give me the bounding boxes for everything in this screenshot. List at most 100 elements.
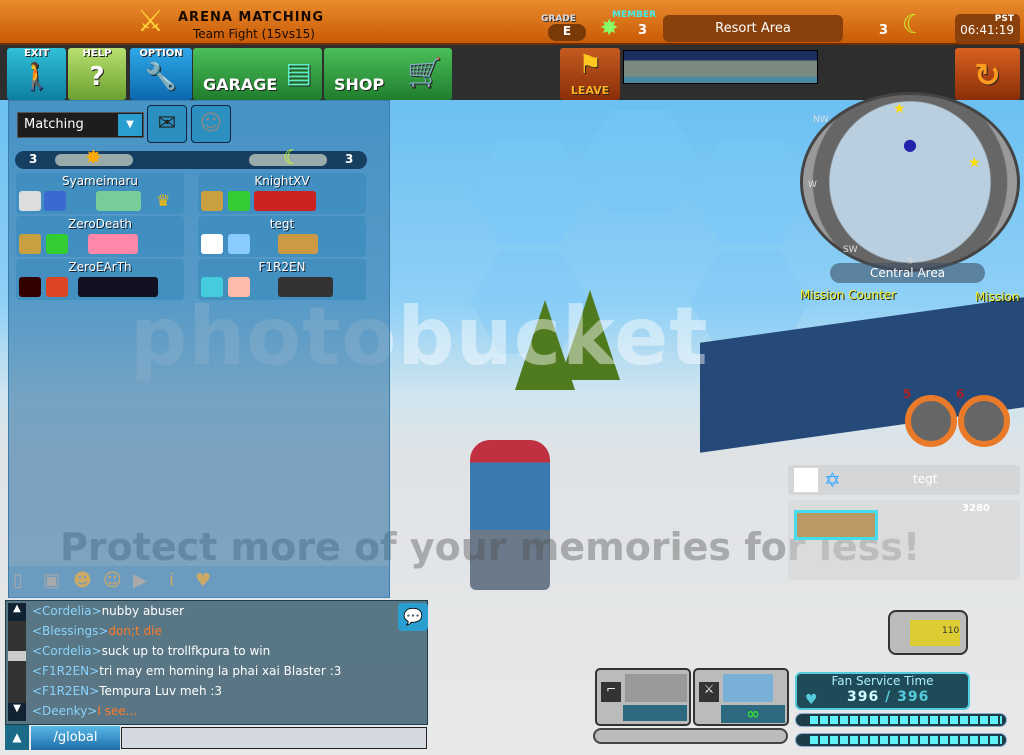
character-portrait (96, 191, 141, 211)
npc-label[interactable]: Mission Counter (800, 288, 896, 302)
target-portrait (794, 510, 878, 540)
skill-slot[interactable]: 6 (956, 387, 1010, 447)
mail-button[interactable]: ✉ (147, 105, 187, 143)
player-card[interactable]: Syameimaru ♛ (16, 173, 184, 214)
character-portrait (278, 234, 318, 254)
chat-scrollbar[interactable]: ▲ ▼ (8, 603, 26, 721)
scroll-up-icon[interactable]: ▲ (8, 603, 26, 621)
target-card: 3280 (788, 500, 1020, 580)
leave-label: LEAVE (570, 84, 610, 97)
group-icon[interactable]: ☻ (73, 570, 92, 591)
info-icon[interactable]: i (169, 570, 174, 591)
sun-icon: ✸ (85, 145, 102, 169)
emblem-icon (19, 191, 41, 211)
matching-panel: Matching ▼ ✉ ☺ 3 ✸ ☾ 3 Syameimaru ♛ Knigh… (8, 100, 390, 598)
member-label: MEMBER (612, 10, 656, 20)
player-card[interactable]: ZeroDeath (16, 216, 184, 257)
heart-icon[interactable]: ♥ (195, 570, 211, 591)
gun-icon: ⌐ (601, 682, 621, 702)
player-name: KnightXV (254, 174, 310, 188)
scroll-down-icon[interactable]: ▼ (8, 703, 26, 721)
player-card[interactable]: F1R2EN (198, 259, 366, 300)
compass-nw: NW (813, 115, 829, 125)
minimap[interactable]: ● ★ ★ NW W SW S (800, 92, 1020, 272)
top-bar: ⚔ ARENA MATCHING Team Fight (15vs15) GRA… (0, 0, 1024, 45)
cart-icon: 🛒 (407, 56, 442, 89)
grade-value: E (548, 24, 586, 41)
chat-user[interactable]: <Deenky> (32, 704, 97, 718)
exit-button[interactable]: EXIT 🚶 (7, 48, 66, 100)
shop-button[interactable]: SHOP 🛒 (324, 48, 452, 100)
chat-message: <Deenky>I see... (32, 701, 341, 721)
chevron-down-icon[interactable]: ▼ (118, 114, 142, 136)
flag-icon: ⚑ (578, 50, 602, 80)
chat-user[interactable]: <F1R2EN> (32, 684, 99, 698)
mode-label: Fan Service Time (831, 674, 934, 688)
emblem-icon (201, 191, 223, 211)
player-name: Syameimaru (61, 174, 139, 188)
sub-weapon-slot[interactable]: 110 (888, 610, 968, 655)
target-info: ✡ tegt (788, 465, 1020, 495)
sword-icon: ⚔ (699, 682, 719, 702)
leave-button[interactable]: ⚑ LEAVE (560, 48, 620, 100)
player-marker-icon: ● (903, 135, 917, 154)
chat-user[interactable]: <Cordelia> (32, 604, 102, 618)
player-card[interactable]: tegt (198, 216, 366, 257)
emblem-icon (19, 234, 41, 254)
rank-icon (228, 234, 250, 254)
player-name: tegt (269, 217, 295, 231)
chat-text: don;t die (108, 624, 162, 638)
moon-count: 3 (879, 23, 889, 38)
chat-user[interactable]: <Blessings> (32, 624, 108, 638)
chat-message: <Cordelia>nubby abuser (32, 601, 341, 621)
moon-icon: ☾ (902, 10, 926, 40)
mode-dropdown-value: Matching (24, 117, 84, 132)
exit-label: EXIT (23, 48, 50, 59)
friends-button[interactable]: ☺ (191, 105, 231, 143)
chat-user[interactable]: <F1R2EN> (32, 664, 99, 678)
hp-separator: / (885, 689, 892, 705)
mode-dropdown[interactable]: Matching ▼ (17, 112, 144, 138)
wrench-icon: 🔧 (144, 62, 178, 92)
scroll-thumb[interactable] (8, 651, 26, 661)
phone-icon[interactable]: ▯ (13, 570, 23, 591)
weapon-slot-sword[interactable]: ⚔ ∞ (693, 668, 789, 726)
garage-button[interactable]: GARAGE ▤ (193, 48, 322, 100)
character-portrait (254, 191, 316, 211)
option-button[interactable]: OPTION 🔧 (130, 48, 192, 100)
shop-label: SHOP (334, 75, 385, 94)
chat-expand-button[interactable]: ▲ (5, 725, 29, 750)
chat-input[interactable] (121, 727, 427, 749)
skill-slot-number: 6 (956, 387, 965, 401)
player-card[interactable]: ZeroEArTh (16, 259, 184, 300)
hp-max: 396 (897, 689, 930, 705)
save-icon[interactable]: ▣ (43, 570, 60, 591)
quick-toolbar: ▯ ▣ ☻ ☺ ▶ i ♥ (9, 566, 389, 598)
chat-user[interactable]: <Cordelia> (32, 644, 102, 658)
player-name: ZeroDeath (68, 217, 132, 231)
play-icon[interactable]: ▶ (133, 570, 147, 591)
compass-w: W (808, 180, 817, 190)
chat-bubble-button[interactable]: 💬 (398, 603, 428, 631)
character-portrait (278, 277, 333, 297)
player-card[interactable]: KnightXV (198, 173, 366, 214)
emote-icon[interactable]: ☺ (103, 570, 122, 591)
chat-channel-button[interactable]: /global (31, 726, 120, 750)
star-marker-icon: ★ (968, 155, 981, 171)
weapon-slot-gun[interactable]: ⌐ (595, 668, 691, 726)
rank-icon: ✡ (824, 468, 841, 492)
rank-icon (46, 277, 68, 297)
help-button[interactable]: HELP? (68, 48, 126, 100)
target-name: tegt (913, 472, 938, 486)
emblem-icon (794, 468, 818, 492)
garage-label: GARAGE (203, 75, 278, 94)
npc-label[interactable]: Mission (975, 290, 1019, 304)
garage-door-icon: ▤ (285, 56, 312, 89)
skill-slot[interactable]: 5 (903, 387, 957, 447)
hp-bar (795, 713, 1007, 727)
rank-icon (44, 191, 66, 211)
speech-bubble-icon: 💬 (403, 607, 423, 626)
location-label: Resort Area (663, 15, 843, 42)
refresh-button[interactable]: ↻ (955, 48, 1020, 100)
chat-text: Tempura Luv meh :3 (99, 684, 223, 698)
